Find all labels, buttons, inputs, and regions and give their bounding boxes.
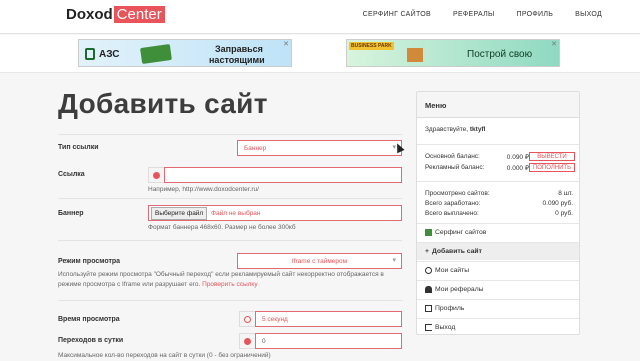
- users-icon: [239, 333, 255, 349]
- view-mode-select[interactable]: Iframe с таймером ▾: [237, 253, 402, 269]
- link-type-label: Тип ссылки: [58, 144, 99, 151]
- view-mode-label: Режим просмотра: [58, 258, 121, 265]
- view-time-label: Время просмотра: [58, 316, 120, 323]
- id-card-icon: [425, 305, 432, 312]
- page-title: Добавить сайт: [58, 88, 268, 119]
- nav-logout-link[interactable]: ВЫХОД: [575, 11, 602, 18]
- divider: [58, 240, 402, 241]
- divider: [58, 198, 402, 199]
- withdraw-button[interactable]: ВЫВЕСТИ: [529, 152, 575, 161]
- nav-surfing-link[interactable]: СЕРФИНГ САЙТОВ: [363, 11, 431, 18]
- ad-balance-value: 0.000 ₽: [506, 165, 529, 172]
- site-logo[interactable]: Doxod Center: [66, 6, 165, 23]
- banner-file-input[interactable]: Выберите файл Файл не выбран: [148, 205, 402, 221]
- ad-banner-bar: АЗС Заправься настоящими ✕ BUSINESS PARK…: [0, 35, 640, 73]
- paid-label: Всего выплачено:: [425, 210, 479, 217]
- earned-label: Всего заработано:: [425, 200, 481, 207]
- ad1-brand: АЗС: [99, 49, 120, 60]
- ad2-tag: BUSINESS PARK: [349, 42, 394, 50]
- clock-icon: [239, 311, 255, 327]
- ad-banner-business[interactable]: BUSINESS PARK Построй свою ✕: [346, 39, 560, 67]
- greeting: Здравствуйте, tktyfl: [425, 126, 486, 133]
- sites-viewed-label: Просмотрено сайтов:: [425, 190, 490, 197]
- sidebar-item-profile[interactable]: Профиль: [417, 300, 579, 317]
- banner-help-text: Формат баннера 468x60. Размер не более 3…: [148, 224, 296, 231]
- earned-value: 0.090 руб.: [542, 200, 573, 207]
- eye-icon: [425, 267, 432, 274]
- paid-value: 0 руб.: [555, 210, 573, 217]
- sidebar-menu-panel: Меню Здравствуйте, tktyfl Основной балан…: [416, 91, 580, 335]
- main-balance-value: 0.090 ₽: [506, 154, 529, 161]
- sidebar-item-my-sites[interactable]: Мои сайты: [417, 262, 579, 279]
- topup-button[interactable]: ПОПОЛНИТЬ: [529, 163, 575, 172]
- ad1-text2: настоящими: [209, 55, 265, 65]
- sidebar-item-add-site[interactable]: + Добавить сайт: [417, 243, 579, 260]
- divider: [58, 300, 402, 301]
- sidebar-item-surfing[interactable]: Серфинг сайтов: [417, 224, 579, 241]
- logout-icon: [425, 324, 432, 331]
- divider: [58, 134, 402, 135]
- view-mode-help-2: режиме просмотра с Iframe или разрушает …: [58, 281, 258, 288]
- close-icon[interactable]: ✕: [283, 40, 289, 48]
- money-icon: [140, 43, 172, 65]
- link-label: Ссылка: [58, 171, 85, 178]
- nav-links: СЕРФИНГ САЙТОВ РЕФЕРАЛЫ ПРОФИЛЬ ВЫХОД: [363, 11, 602, 18]
- users-icon: [425, 286, 432, 293]
- transitions-input[interactable]: 0: [255, 333, 402, 349]
- ad-balance-label: Рекламный баланс:: [425, 164, 485, 171]
- ad-banner-fuel[interactable]: АЗС Заправься настоящими ✕: [78, 39, 292, 67]
- transitions-label: Переходов в сутки: [58, 337, 124, 344]
- logo-left-text: Doxod: [66, 6, 113, 23]
- sidebar-title: Меню: [417, 92, 579, 118]
- file-status-text: Файл не выбран: [211, 210, 261, 217]
- close-icon[interactable]: ✕: [551, 40, 557, 48]
- fuel-pump-icon: [85, 48, 95, 60]
- link-help-text: Например, http://www.doxodcenter.ru/: [148, 186, 259, 193]
- top-navbar: Doxod Center СЕРФИНГ САЙТОВ РЕФЕРАЛЫ ПРО…: [0, 0, 640, 34]
- ad2-text: Построй свою: [467, 49, 533, 60]
- banner-label: Баннер: [58, 210, 84, 217]
- check-link[interactable]: Проверить ссылку: [202, 281, 257, 288]
- logo-right-text: Center: [113, 6, 165, 23]
- choose-file-button[interactable]: Выберите файл: [151, 207, 208, 220]
- link-input[interactable]: [164, 167, 402, 183]
- link-type-select[interactable]: Баннер ▾: [237, 140, 402, 156]
- sidebar-item-my-referrals[interactable]: Мои рефералы: [417, 281, 579, 298]
- sidebar-item-logout[interactable]: Выход: [417, 319, 579, 336]
- ad1-text1: Заправься: [215, 44, 263, 54]
- view-time-select[interactable]: 5 секунд: [255, 311, 402, 327]
- plus-icon: +: [425, 248, 429, 255]
- username: tktyfl: [469, 126, 486, 133]
- nav-profile-link[interactable]: ПРОФИЛЬ: [517, 11, 554, 18]
- chevron-down-icon: ▾: [392, 257, 396, 264]
- nav-referrals-link[interactable]: РЕФЕРАЛЫ: [453, 11, 495, 18]
- sites-viewed-value: 8 шт.: [558, 190, 573, 197]
- main-balance-label: Основной баланс:: [425, 153, 480, 160]
- house-icon: [407, 48, 423, 62]
- view-mode-help-1: Используйте режим просмотра "Обычный пер…: [58, 271, 384, 278]
- globe-icon: [148, 167, 164, 183]
- money-icon: [425, 229, 432, 236]
